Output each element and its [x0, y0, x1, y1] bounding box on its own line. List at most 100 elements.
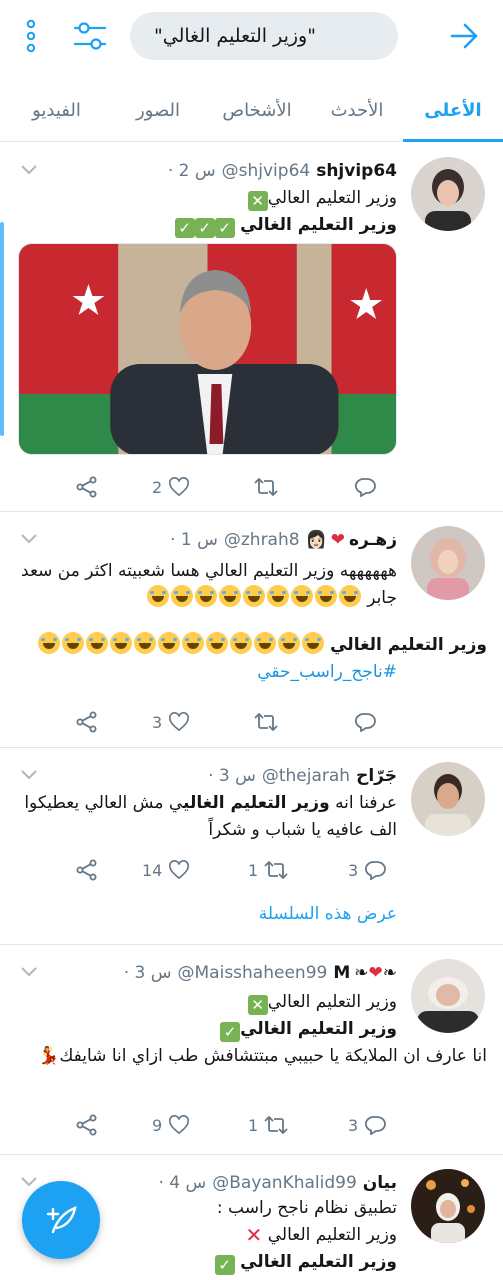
tab-photos[interactable]: الصور	[113, 78, 203, 142]
handle[interactable]: @Maisshaheen99	[178, 963, 328, 983]
avatar[interactable]	[411, 157, 485, 231]
reply-count: 3	[348, 1115, 359, 1135]
display-name[interactable]: shjvip64	[316, 161, 397, 181]
handle[interactable]: @thejarah	[262, 766, 350, 786]
laughing-emoji-icon	[181, 632, 204, 654]
tweet-header: جَرّاح @thejarah · 3 س	[18, 762, 397, 790]
reply-count: 3	[348, 860, 359, 880]
share-icon[interactable]	[76, 856, 98, 884]
retweet-button[interactable]: 1	[248, 856, 288, 884]
check-mark-icon: ✓	[220, 1022, 241, 1042]
display-name[interactable]: جَرّاح	[356, 766, 397, 786]
retweet-count: 1	[248, 860, 259, 880]
chevron-down-icon[interactable]	[20, 530, 38, 549]
like-count: 14	[142, 860, 163, 880]
tweet-line: وزير التعليم الغالي	[330, 635, 487, 655]
avatar[interactable]	[411, 1169, 485, 1243]
like-icon	[169, 1115, 190, 1135]
tweet-text: وزير التعليم العالي✕ وزير التعليم الغالي…	[18, 185, 397, 239]
compose-tweet-button[interactable]	[22, 1181, 100, 1259]
filter-sliders-icon[interactable]	[68, 14, 112, 58]
reply-button[interactable]: 3	[348, 856, 387, 884]
like-icon	[169, 860, 190, 880]
chevron-down-icon[interactable]	[20, 161, 38, 180]
like-count: 3	[152, 712, 163, 732]
reply-button[interactable]	[348, 708, 376, 736]
laughing-emoji-icon	[277, 632, 300, 654]
tweet-image[interactable]	[18, 243, 397, 455]
retweet-icon	[264, 1116, 288, 1134]
handle[interactable]: @BayanKhalid99	[212, 1173, 357, 1193]
like-icon	[169, 477, 190, 497]
more-vertical-icon[interactable]	[14, 16, 48, 56]
tweet[interactable]: ❧ ❤ ❧ M @Maisshaheen99 · 3 س وزير التعلي…	[0, 945, 503, 1155]
avatar[interactable]	[411, 959, 485, 1033]
laughing-emoji-icon	[253, 632, 276, 654]
tweet[interactable]: جَرّاح @thejarah · 3 س عرفنا انه وزير ال…	[0, 748, 503, 945]
red-cross-icon: ✕	[245, 1223, 263, 1247]
display-name[interactable]: M	[333, 963, 350, 983]
like-button[interactable]: 14	[142, 856, 190, 884]
display-name[interactable]: زهـره	[349, 530, 397, 550]
tweet-line: عرفنا انه	[335, 793, 397, 813]
handle[interactable]: @zhrah8	[224, 530, 300, 550]
tweet-header: زهـره ❤ 👩🏻 @zhrah8 · 1 س	[18, 526, 397, 554]
tab-top[interactable]: الأعلى	[403, 78, 503, 142]
like-button[interactable]: 9	[152, 1111, 190, 1139]
check-mark-icon: ✓	[194, 218, 215, 238]
search-tabs: الأعلى الأحدث الأشخاص الصور الفيديو	[0, 78, 503, 142]
tweet[interactable]: shjvip64 @shjvip64 · 2 س وزير التعليم ال…	[0, 143, 503, 512]
laughing-emoji-icon	[194, 585, 217, 607]
like-button[interactable]: 3	[152, 708, 190, 736]
retweet-button[interactable]: 1	[248, 1111, 288, 1139]
reply-button[interactable]: 3	[348, 1111, 387, 1139]
laughing-emoji-icon	[242, 585, 265, 607]
avatar[interactable]	[411, 762, 485, 836]
handle[interactable]: @shjvip64	[222, 161, 311, 181]
tweet-text: عرفنا انه وزير التعليم الغاليي مش العالي…	[18, 790, 397, 844]
retweet-count: 1	[248, 1115, 259, 1135]
timestamp: · 3 س	[208, 766, 256, 786]
back-arrow-icon[interactable]	[444, 16, 484, 56]
retweet-button[interactable]	[248, 473, 278, 501]
tweet-line: وزير التعليم العالي	[267, 1225, 397, 1245]
laughing-emoji-icon	[85, 632, 108, 654]
leaf-icon: ❧	[382, 963, 397, 983]
heart-icon: ❤	[368, 963, 383, 983]
tweet-line: وزير التعليم الغالي	[240, 1252, 397, 1272]
avatar[interactable]	[411, 526, 485, 600]
laughing-emoji-icon	[109, 632, 132, 654]
hashtag-link[interactable]: #ناجح_راسب_حقي	[18, 659, 397, 686]
emoji-icon: 👩🏻	[305, 530, 327, 550]
tab-videos[interactable]: الفيديو	[0, 78, 113, 142]
laughing-emoji-icon	[61, 632, 84, 654]
chevron-down-icon[interactable]	[20, 766, 38, 785]
tab-latest[interactable]: الأحدث	[311, 78, 403, 142]
laughing-emoji-icon	[218, 585, 241, 607]
retweet-icon	[254, 713, 278, 731]
cross-mark-icon: ✕	[247, 191, 268, 211]
laughing-emoji-icon	[229, 632, 252, 654]
share-icon[interactable]	[76, 708, 98, 736]
tweet[interactable]: زهـره ❤ 👩🏻 @zhrah8 · 1 س ههههههه وزير ال…	[0, 512, 503, 748]
reply-button[interactable]	[348, 473, 376, 501]
top-bar: "وزير التعليم الغالي"	[0, 0, 503, 78]
chevron-down-icon[interactable]	[20, 963, 38, 982]
like-count: 9	[152, 1115, 163, 1135]
retweet-button[interactable]	[248, 708, 278, 736]
tweet-line: انا عارف ان الملايكة يا حبيبي مبتتشافش ط…	[59, 1046, 487, 1066]
tab-people[interactable]: الأشخاص	[203, 78, 311, 142]
display-name[interactable]: بيان	[363, 1173, 397, 1193]
reply-icon	[365, 861, 387, 880]
timestamp: · 2 س	[167, 161, 216, 181]
laughing-emoji-icon	[314, 585, 337, 607]
timestamp: · 4 س	[158, 1173, 207, 1193]
like-button[interactable]: 2	[152, 473, 190, 501]
search-input[interactable]: "وزير التعليم الغالي"	[130, 12, 398, 60]
tweet-actions: 9 1 3	[60, 1111, 390, 1139]
retweet-icon	[264, 861, 288, 879]
show-thread-link[interactable]: عرض هذه السلسلة	[259, 904, 397, 924]
retweet-icon	[254, 478, 278, 496]
share-icon[interactable]	[76, 473, 98, 501]
share-icon[interactable]	[76, 1111, 98, 1139]
